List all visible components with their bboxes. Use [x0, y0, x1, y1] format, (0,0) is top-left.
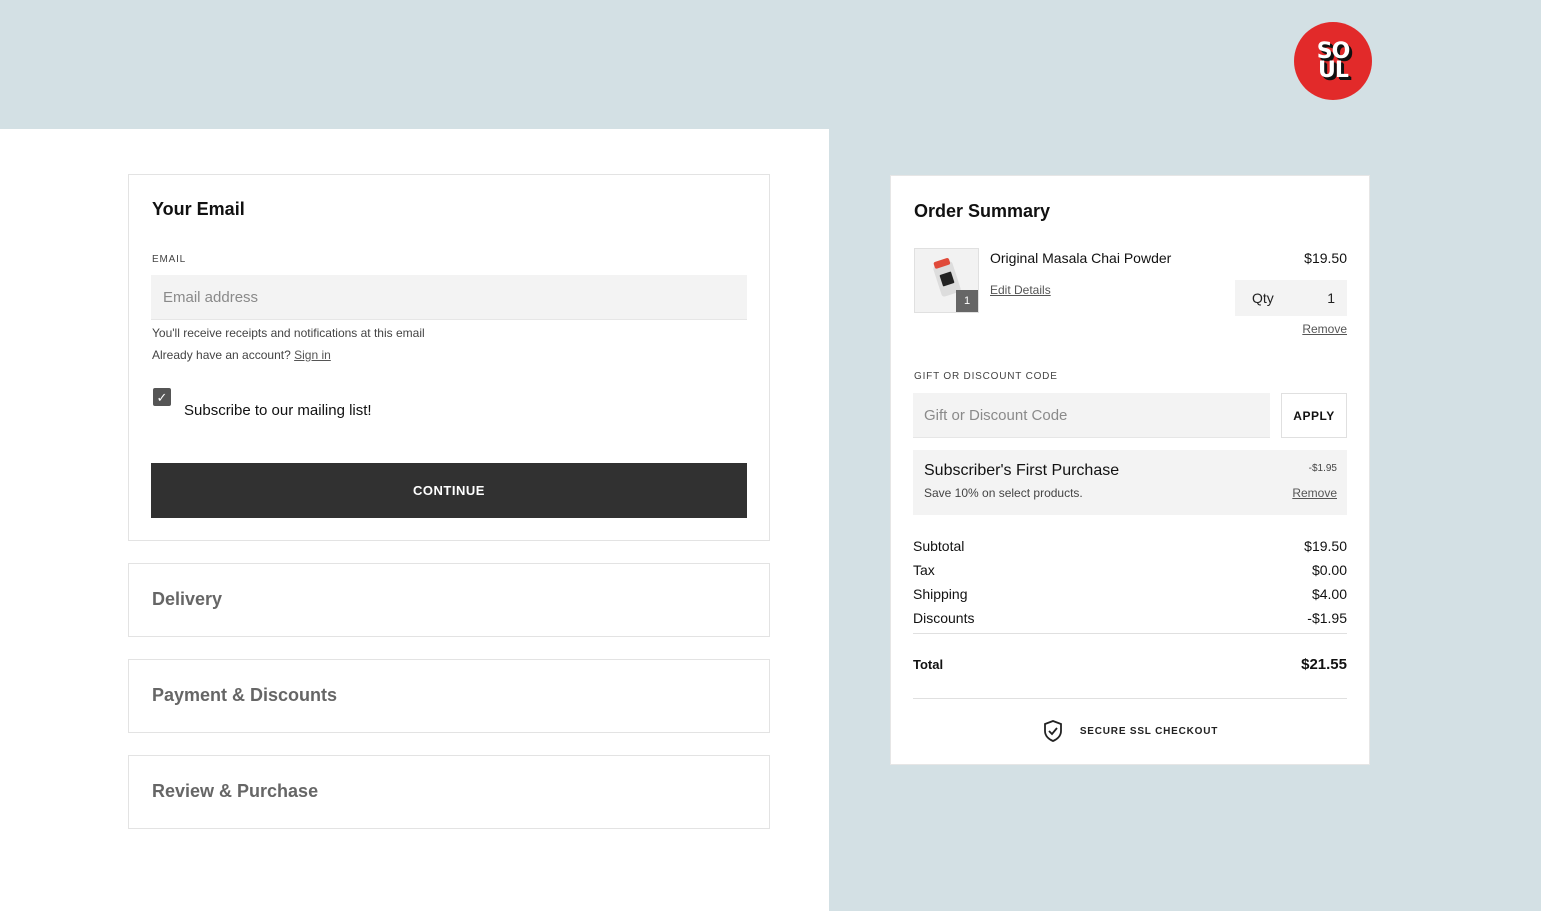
email-section-title: Your Email	[152, 199, 245, 219]
brand-logo-text: SO UL	[1316, 39, 1351, 83]
subscribe-checkbox[interactable]: ✓	[153, 388, 171, 406]
quantity-input[interactable]: Qty 1	[1235, 280, 1347, 316]
item-price: $19.50	[1304, 250, 1347, 266]
step-delivery-title: Delivery	[152, 589, 223, 609]
apply-code-button[interactable]: APPLY	[1281, 393, 1347, 438]
subtotal-label: Subtotal	[913, 538, 965, 554]
brand-logo[interactable]: SO UL	[1294, 22, 1372, 100]
remove-promotion-link[interactable]: Remove	[1292, 486, 1337, 500]
remove-item-link[interactable]: Remove	[1302, 322, 1347, 336]
totals-row-discounts: Discounts -$1.95	[913, 609, 1347, 633]
applied-promotion: Subscriber's First Purchase Save 10% on …	[913, 450, 1347, 515]
grand-total-row: Total $21.55	[913, 656, 1347, 673]
totals-divider	[913, 633, 1347, 634]
item-name: Original Masala Chai Powder	[990, 250, 1172, 266]
checkout-form-panel: Your Email EMAIL You'll receive receipts…	[0, 129, 829, 911]
product-thumbnail: 1	[914, 248, 979, 313]
account-prompt-text: Already have an account?	[152, 348, 291, 362]
promotion-description: Save 10% on select products.	[924, 486, 1083, 500]
step-delivery[interactable]: Delivery	[128, 563, 770, 637]
secure-checkout-badge: SECURE SSL CHECKOUT	[891, 719, 1369, 743]
step-payment[interactable]: Payment & Discounts	[128, 659, 770, 733]
summary-bottom-divider	[913, 698, 1347, 699]
gift-code-input[interactable]	[913, 393, 1270, 438]
totals-row-subtotal: Subtotal $19.50	[913, 537, 1347, 561]
subtotal-value: $19.50	[1304, 538, 1347, 554]
tax-value: $0.00	[1311, 562, 1347, 578]
discounts-value: -$1.95	[1307, 610, 1347, 626]
step-review[interactable]: Review & Purchase	[128, 755, 770, 829]
email-input[interactable]	[151, 275, 747, 320]
tax-label: Tax	[913, 562, 935, 578]
shipping-value: $4.00	[1311, 586, 1347, 602]
item-quantity-badge: 1	[956, 290, 978, 312]
secure-checkout-text: SECURE SSL CHECKOUT	[1079, 725, 1219, 737]
quantity-value: 1	[1327, 290, 1335, 306]
totals-row-tax: Tax $0.00	[913, 561, 1347, 585]
email-section: Your Email EMAIL You'll receive receipts…	[128, 174, 770, 541]
quantity-label: Qty	[1252, 290, 1274, 306]
sign-in-link[interactable]: Sign in	[294, 348, 331, 362]
promotion-amount: -$1.95	[1308, 463, 1337, 474]
totals-list: Subtotal $19.50 Tax $0.00 Shipping $4.00…	[913, 537, 1347, 633]
gift-code-label: GIFT OR DISCOUNT CODE	[914, 371, 1058, 382]
edit-details-link[interactable]: Edit Details	[990, 283, 1051, 297]
total-label: Total	[913, 657, 944, 672]
order-summary-title: Order Summary	[914, 201, 1051, 221]
email-field-label: EMAIL	[152, 254, 187, 265]
step-review-title: Review & Purchase	[152, 781, 319, 801]
totals-row-shipping: Shipping $4.00	[913, 585, 1347, 609]
shield-check-icon	[1043, 720, 1062, 742]
account-prompt: Already have an account? Sign in	[152, 348, 331, 362]
total-value: $21.55	[1301, 656, 1347, 673]
discounts-label: Discounts	[913, 610, 975, 626]
check-icon: ✓	[156, 389, 168, 405]
step-payment-title: Payment & Discounts	[152, 685, 338, 705]
order-summary: Order Summary 1 Original Masala Chai Pow…	[890, 175, 1370, 765]
subscribe-label[interactable]: Subscribe to our mailing list!	[184, 402, 372, 419]
continue-button[interactable]: CONTINUE	[151, 463, 747, 518]
shipping-label: Shipping	[913, 586, 968, 602]
promotion-title: Subscriber's First Purchase	[924, 462, 1120, 479]
email-hint: You'll receive receipts and notification…	[152, 326, 425, 340]
